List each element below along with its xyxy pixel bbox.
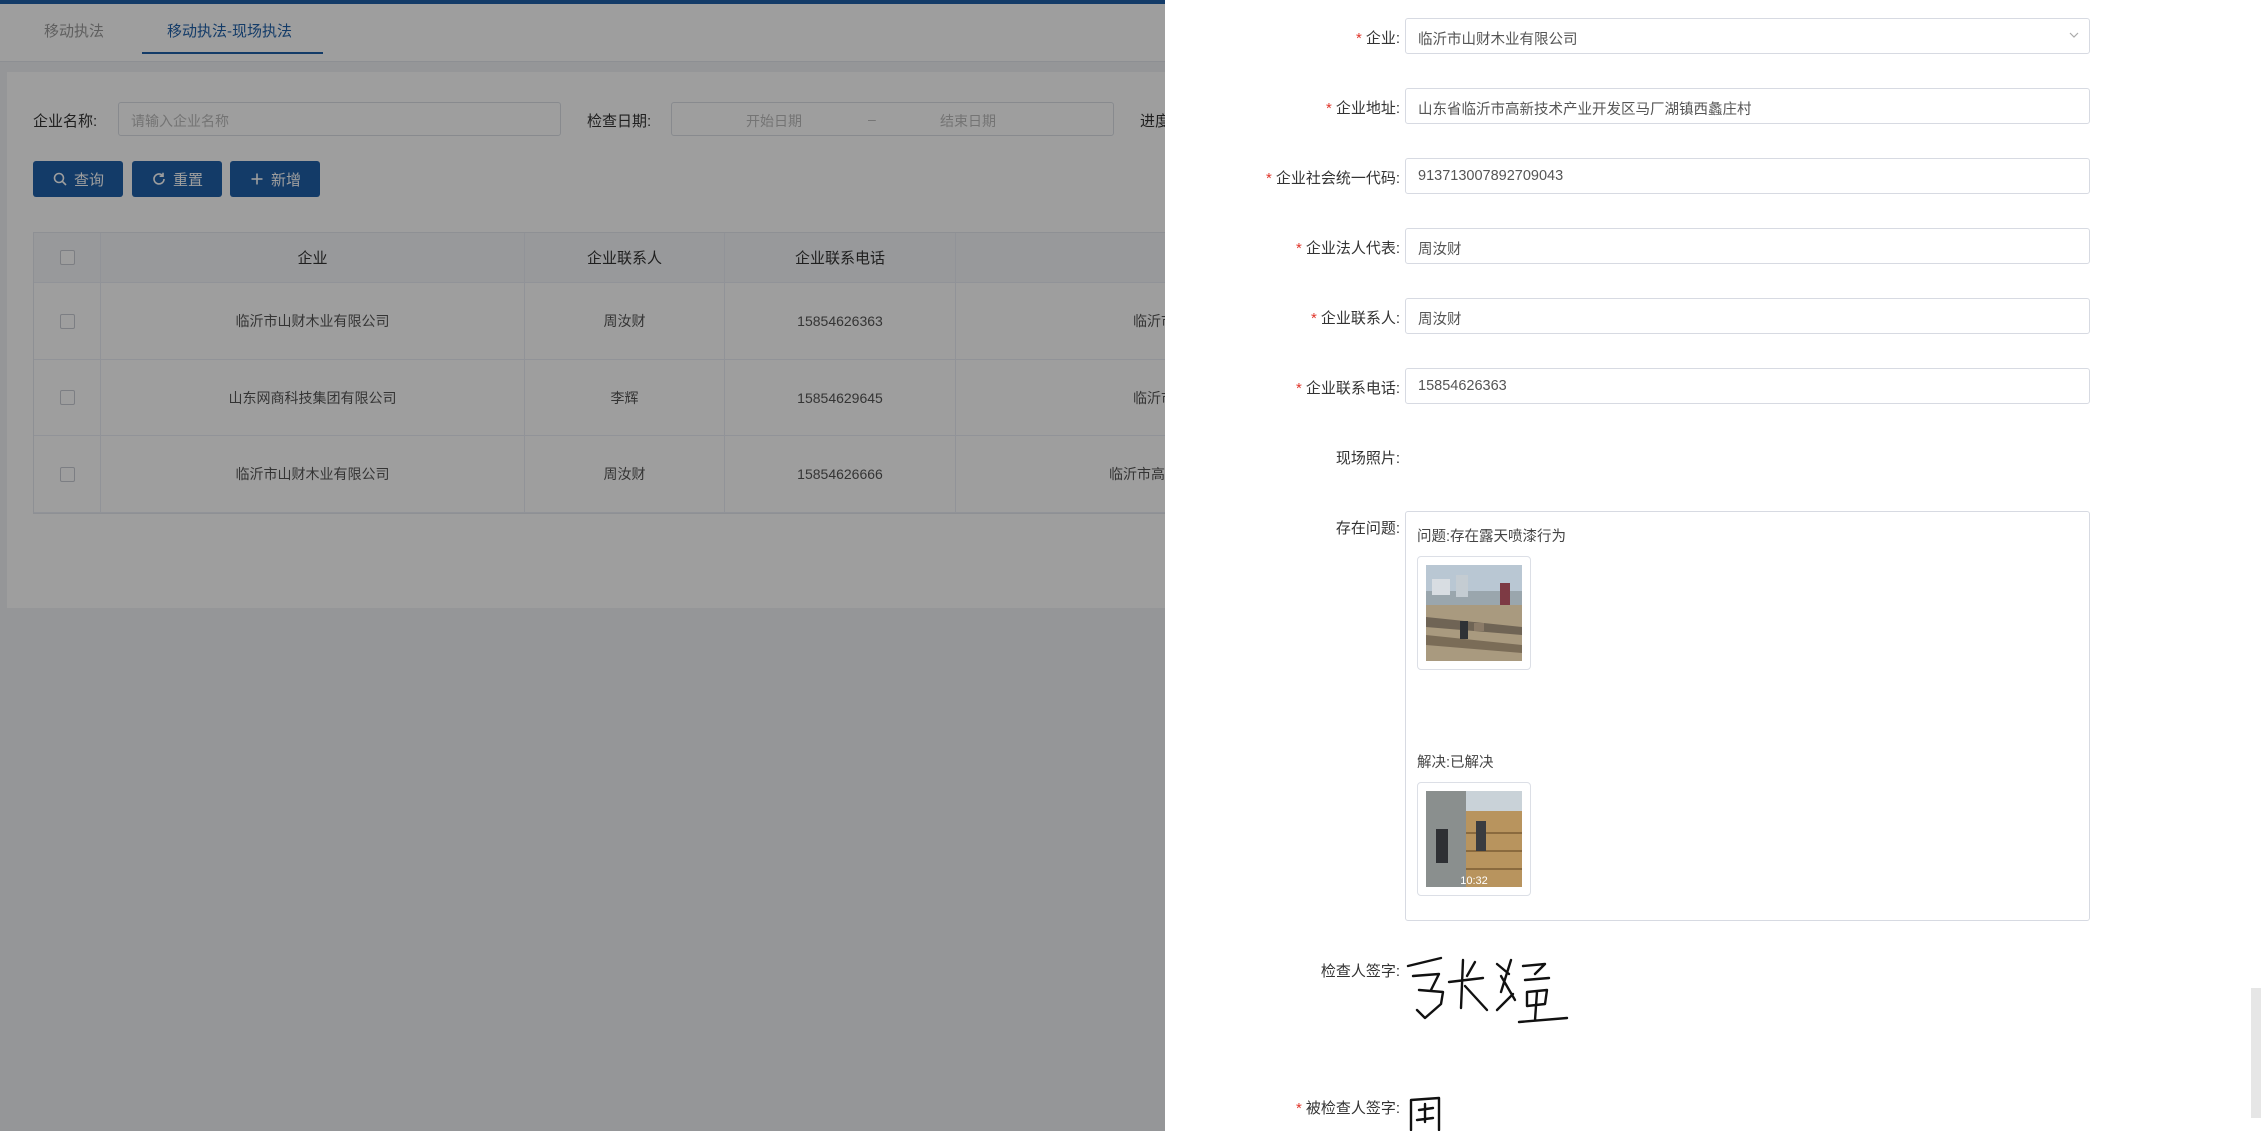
company-select[interactable]: 临沂市山财木业有限公司: [1405, 18, 2090, 54]
inspector-signature: [1405, 952, 1575, 1026]
inspected-signature-label: * 被检查人签字:: [1296, 1097, 1400, 1118]
chevron-down-icon: [2069, 32, 2079, 38]
credit-code-input-value: 913713007892709043: [1418, 168, 1564, 184]
detail-drawer: * 企业: 临沂市山财木业有限公司 * 企业地址: 山东省临沂市高新技术产业开发区马…: [1165, 0, 2261, 1131]
company-select-value: 临沂市山财木业有限公司: [1418, 32, 1578, 48]
problem-photo-image: [1426, 565, 1522, 661]
inspected-signature: [1405, 1092, 1465, 1131]
required-mark: *: [1325, 100, 1332, 117]
address-input-value: 山东省临沂市高新技术产业开发区马厂湖镇西蠡庄村: [1418, 102, 1752, 118]
issues-label-col: 存在问题:: [1165, 517, 1400, 537]
contact-field-label: * 企业联系人:: [1311, 307, 1400, 328]
drawer-scrollbar[interactable]: [2251, 988, 2261, 1118]
company-label-col: * 企业:: [1165, 27, 1400, 47]
credit-code-field-label: * 企业社会统一代码:: [1266, 167, 1400, 188]
required-mark: *: [1295, 1100, 1302, 1117]
address-field-label-text: 企业地址:: [1335, 100, 1400, 117]
issues-box: 问题:存在露天喷漆行为 解决:已解决 10:32: [1405, 511, 2090, 921]
credit-code-input[interactable]: 913713007892709043: [1405, 158, 2090, 194]
required-mark: *: [1310, 310, 1317, 327]
photo-timestamp: 10:32: [1460, 875, 1488, 887]
problem-photo[interactable]: [1417, 556, 1531, 670]
address-input[interactable]: 山东省临沂市高新技术产业开发区马厂湖镇西蠡庄村: [1405, 88, 2090, 124]
legal-rep-label-col: * 企业法人代表:: [1165, 237, 1400, 257]
contact-input[interactable]: 周汝财: [1405, 298, 2090, 334]
address-label-col: * 企业地址:: [1165, 97, 1400, 117]
inspector-signature-label: 检查人签字:: [1320, 963, 1400, 980]
phone-field-label-text: 企业联系电话:: [1305, 380, 1400, 397]
credit-code-label-col: * 企业社会统一代码:: [1165, 167, 1400, 187]
required-mark: *: [1295, 240, 1302, 257]
required-mark: *: [1295, 380, 1302, 397]
company-field-label: * 企业:: [1356, 27, 1400, 48]
solution-photo[interactable]: 10:32: [1417, 782, 1531, 896]
contact-field-label-text: 企业联系人:: [1320, 310, 1400, 327]
phone-input-value: 15854626363: [1418, 378, 1507, 394]
inspector-signature-image: [1406, 956, 1569, 1024]
inspected-signature-label-text: 被检查人签字:: [1305, 1100, 1400, 1117]
contact-input-value: 周汝财: [1418, 312, 1462, 328]
legal-rep-input[interactable]: 周汝财: [1405, 228, 2090, 264]
contact-label-col: * 企业联系人:: [1165, 307, 1400, 327]
company-field-label-text: 企业:: [1365, 30, 1400, 47]
problem-text: 问题:存在露天喷漆行为: [1417, 529, 1567, 545]
issues-field-label: 存在问题:: [1335, 520, 1400, 537]
photos-field-label: 现场照片:: [1335, 450, 1400, 467]
inspected-signature-image: [1409, 1096, 1441, 1131]
legal-rep-field-label: * 企业法人代表:: [1296, 237, 1400, 258]
phone-field-label: * 企业联系电话:: [1296, 377, 1400, 398]
credit-code-field-label-text: 企业社会统一代码:: [1275, 170, 1400, 187]
photos-label-col: 现场照片:: [1165, 447, 1400, 467]
inspector-signature-label-col: 检查人签字:: [1165, 960, 1400, 980]
address-field-label: * 企业地址:: [1326, 97, 1400, 118]
solution-photo-image: 10:32: [1426, 791, 1522, 887]
phone-label-col: * 企业联系电话:: [1165, 377, 1400, 397]
required-mark: *: [1355, 30, 1362, 47]
phone-input[interactable]: 15854626363: [1405, 368, 2090, 404]
solution-text: 解决:已解决: [1417, 755, 1494, 771]
legal-rep-field-label-text: 企业法人代表:: [1305, 240, 1400, 257]
legal-rep-input-value: 周汝财: [1418, 242, 1462, 258]
required-mark: *: [1265, 170, 1272, 187]
inspected-signature-label-col: * 被检查人签字:: [1165, 1097, 1400, 1117]
